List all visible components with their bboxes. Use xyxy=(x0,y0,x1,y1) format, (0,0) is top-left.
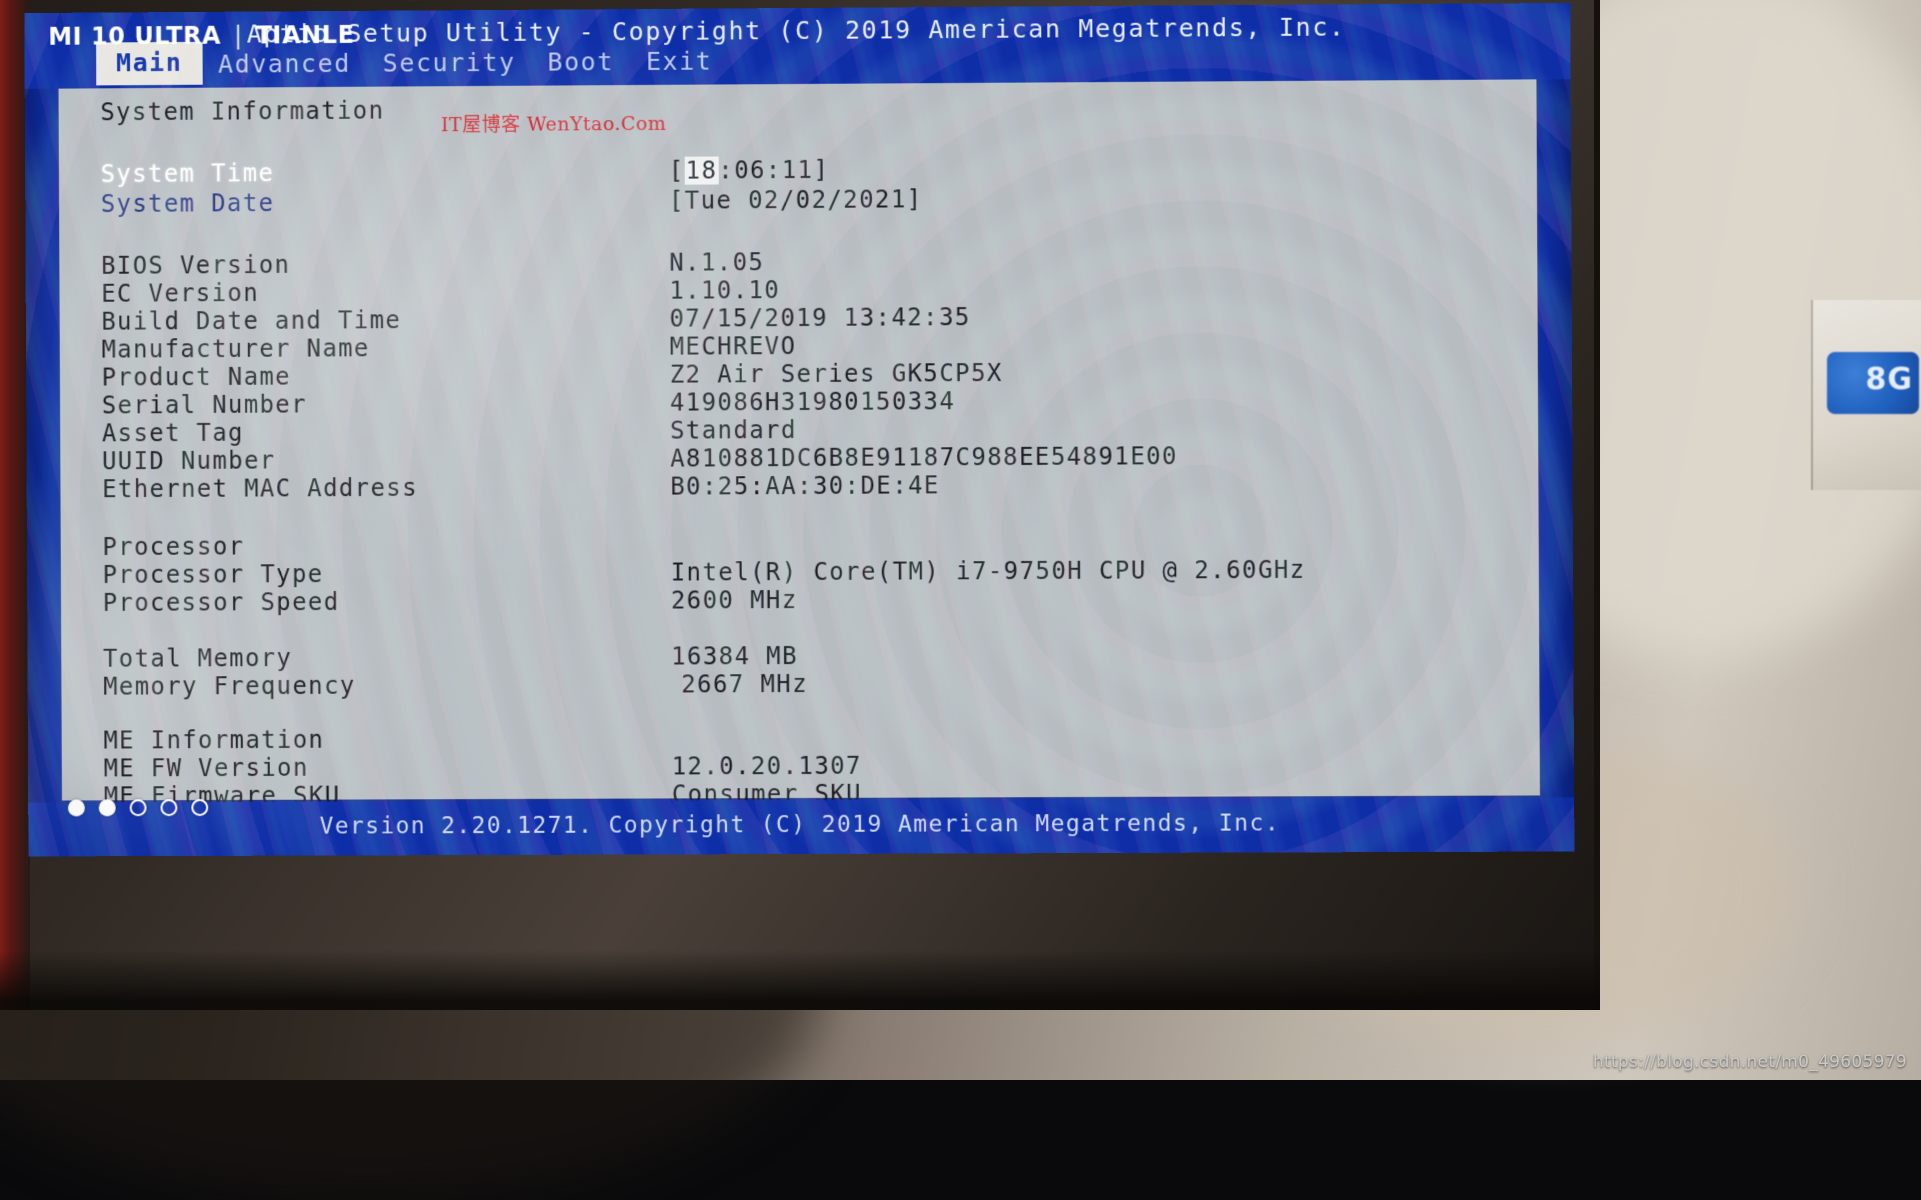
bios-screen: Aptio Setup Utility - Copyright (C) 2019… xyxy=(24,3,1574,857)
phone-model-label: MI 10 ULTRA xyxy=(48,22,221,51)
label-serial-number: Serial Number xyxy=(102,390,307,419)
value-uuid-number: A810881DC6B8E91187C988EE54891E00 xyxy=(670,442,1178,472)
shutter-dot-2 xyxy=(99,799,116,816)
desk-object-badge-label: 8G xyxy=(1866,362,1914,397)
section-label-me-information: ME Information xyxy=(103,726,324,755)
value-ec-version: 1.10.10 xyxy=(669,276,780,305)
value-total-memory: 16384 MB xyxy=(671,642,798,670)
laptop-bezel: Aptio Setup Utility - Copyright (C) 2019… xyxy=(0,0,1600,1010)
value-memory-frequency: 2667 MHz xyxy=(681,670,808,698)
label-memory-frequency: Memory Frequency xyxy=(103,672,356,701)
shutter-dot-1 xyxy=(68,799,85,816)
label-processor-type: Processor Type xyxy=(103,560,324,589)
label-bios-version: BIOS Version xyxy=(101,251,290,280)
phone-camera-watermark: MI 10 ULTRA | TIANLE xyxy=(48,21,354,51)
value-system-date[interactable]: [Tue 02/02/2021] xyxy=(669,185,923,214)
label-manufacturer-name: Manufacturer Name xyxy=(101,334,369,363)
system-time-hour-field[interactable]: 18 xyxy=(685,156,719,184)
label-system-time: System Time xyxy=(101,159,275,188)
value-system-time[interactable]: [18:06:11] xyxy=(669,156,830,185)
system-time-rest: :06:11] xyxy=(718,156,829,185)
value-serial-number: 419086H31980150334 xyxy=(670,387,955,416)
footer-bar: Version 2.20.1271. Copyright (C) 2019 Am… xyxy=(28,797,1574,856)
label-product-name: Product Name xyxy=(102,363,291,392)
phone-user-label: TIANLE xyxy=(256,21,355,50)
main-content-panel: System Information System Time [18:06:11… xyxy=(56,73,1541,802)
label-uuid-number: UUID Number xyxy=(102,447,276,476)
system-time-open-bracket: [ xyxy=(669,157,685,185)
value-build-date-and-time: 07/15/2019 13:42:35 xyxy=(669,303,970,333)
shutter-dot-4 xyxy=(160,799,177,816)
shutter-dot-5 xyxy=(191,799,208,816)
value-ethernet-mac-address: B0:25:AA:30:DE:4E xyxy=(670,471,940,500)
label-me-fw-version: ME FW Version xyxy=(104,754,309,783)
value-bios-version: N.1.05 xyxy=(669,248,764,277)
footer-version-text: Version 2.20.1271. Copyright (C) 2019 Am… xyxy=(28,809,1574,840)
label-total-memory: Total Memory xyxy=(103,644,292,673)
shutter-dot-3 xyxy=(130,799,147,816)
value-manufacturer-name: MECHREVO xyxy=(670,332,797,361)
label-ec-version: EC Version xyxy=(101,279,259,308)
section-label-processor: Processor xyxy=(102,532,244,561)
csdn-url-watermark: https://blog.csdn.net/m0_49605979 xyxy=(1593,1052,1907,1072)
value-processor-type: Intel(R) Core(TM) i7-9750H CPU @ 2.60GHz xyxy=(671,556,1306,587)
label-build-date-and-time: Build Date and Time xyxy=(101,306,401,336)
phone-watermark-separator: | xyxy=(230,22,247,50)
value-me-fw-version: 12.0.20.1307 xyxy=(672,752,862,781)
tab-security[interactable]: Security xyxy=(367,43,532,84)
laptop-hinge-shadow xyxy=(0,950,1600,1010)
section-label-system-information: System Information xyxy=(100,97,384,127)
label-asset-tag: Asset Tag xyxy=(102,419,244,448)
value-product-name: Z2 Air Series GK5CP5X xyxy=(670,359,1003,389)
label-ethernet-mac-address: Ethernet MAC Address xyxy=(102,474,418,503)
tab-exit[interactable]: Exit xyxy=(630,41,729,82)
value-asset-tag: Standard xyxy=(670,416,797,445)
camera-shutter-dots xyxy=(68,799,208,816)
label-processor-speed: Processor Speed xyxy=(103,588,340,617)
tab-advanced[interactable]: Advanced xyxy=(202,44,367,85)
label-system-date: System Date xyxy=(101,189,275,218)
value-processor-speed: 2600 MHz xyxy=(671,586,798,615)
blog-watermark-overlay: IT屋博客 WenYtao.Com xyxy=(441,109,667,137)
tab-boot[interactable]: Boot xyxy=(531,42,630,83)
